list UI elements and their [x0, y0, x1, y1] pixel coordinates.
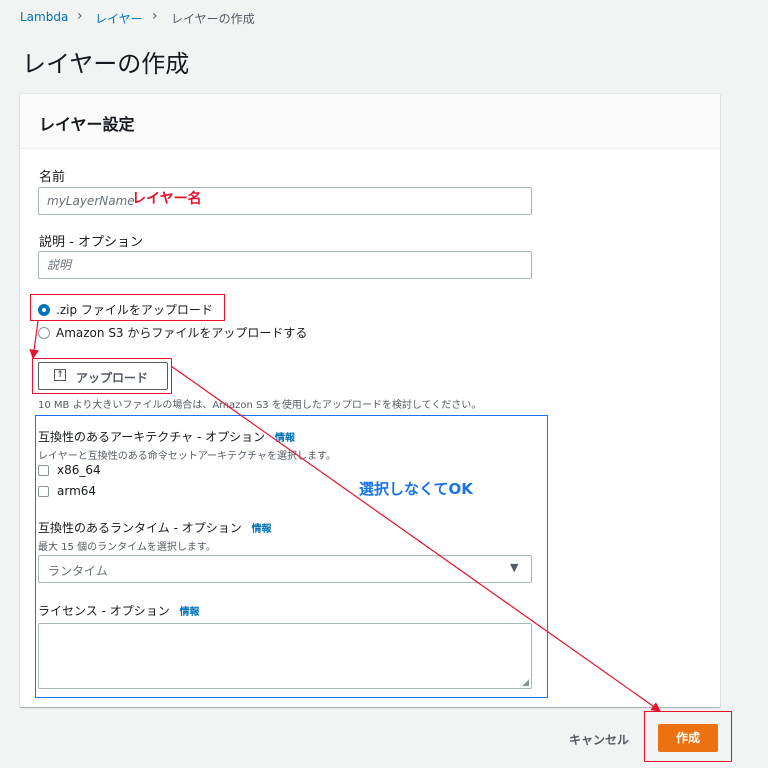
- annotation-arrows: [29, 320, 661, 712]
- arrow-to-create: [170, 365, 661, 712]
- arrow-to-upload: [29, 320, 39, 360]
